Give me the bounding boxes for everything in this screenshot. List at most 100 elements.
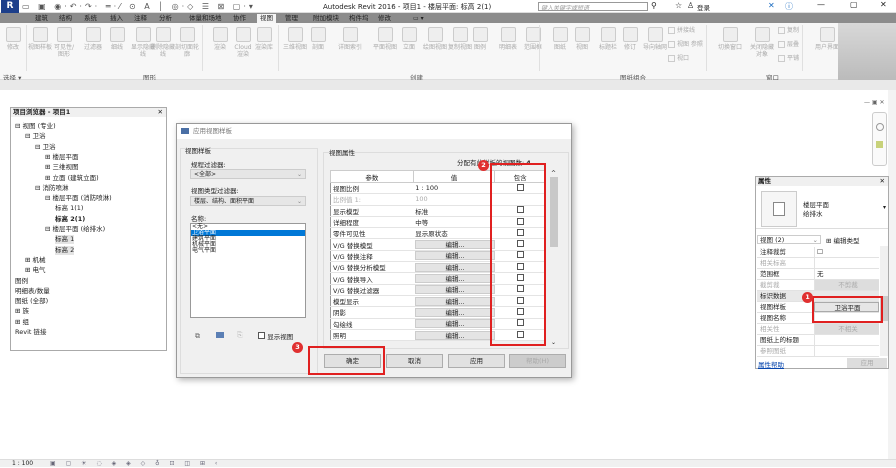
browser-item[interactable]: 标高 2(1) (55, 215, 85, 224)
browser-item[interactable]: ⊟ 楼层平面 (消防喷淋) (45, 194, 112, 203)
edit-button[interactable]: 编辑... (415, 274, 495, 284)
ribbon-button-33[interactable]: 平铺 (778, 55, 818, 62)
ribbon-button-34[interactable]: 用户界面 (815, 27, 839, 51)
ribbon-button-16[interactable]: 绘图视图 (423, 27, 447, 51)
ribbon-button-19[interactable]: 明细表 (496, 27, 520, 51)
tab-4[interactable]: 注释 (131, 14, 150, 23)
properties-apply-button[interactable]: 应用 (847, 358, 887, 368)
tab-9[interactable]: 管理 (282, 14, 301, 23)
browser-item[interactable]: 图纸 (全部) (15, 297, 48, 306)
tab-1[interactable]: 结构 (56, 14, 75, 23)
show-views-checkbox[interactable]: 显示视图 (258, 331, 293, 341)
ribbon-button-29[interactable]: 切换窗口 (718, 27, 742, 51)
edit-button[interactable]: 编辑... (415, 240, 495, 250)
browser-item[interactable]: ⊞ 立面 (建筑立面) (45, 174, 99, 183)
browser-item[interactable]: 标高 1(1) (55, 204, 83, 213)
view-type-filter-select[interactable]: 楼层、结构、面积平面 ⌄ (190, 196, 306, 206)
edit-button[interactable]: 编辑... (415, 285, 495, 295)
property-value[interactable] (814, 335, 879, 345)
minimize-button[interactable]: — (817, 0, 825, 9)
ribbon-button-22[interactable]: 视图 (570, 27, 594, 51)
rename-icon[interactable] (216, 332, 224, 338)
property-value[interactable]: 无 (814, 269, 879, 279)
scroll-down-icon[interactable]: ⌄ (548, 339, 559, 346)
tab-11[interactable]: 构件坞 (346, 14, 372, 23)
ribbon-button-12[interactable]: 剖面 (306, 27, 330, 51)
steering-wheel-icon[interactable] (875, 123, 884, 131)
close-icon[interactable]: ✕ (158, 108, 163, 117)
property-value[interactable]: ☐ (814, 247, 879, 257)
browser-item[interactable]: ⊞ 楼层平面 (45, 153, 79, 162)
revit-logo-icon[interactable]: R (1, 0, 19, 13)
tab-2[interactable]: 系统 (81, 14, 100, 23)
property-value[interactable] (814, 346, 879, 356)
ribbon-button-23[interactable]: 标题栏 (596, 27, 620, 51)
tab-0[interactable]: 建筑 (32, 14, 51, 23)
type-dropdown-icon[interactable]: ▾ (883, 204, 886, 211)
user-icon[interactable]: ♙ (687, 1, 694, 10)
ribbon-button-24[interactable]: 修订 (618, 27, 642, 51)
edit-type-button[interactable]: ⊞ 编辑类型 (826, 235, 860, 245)
template-list-item[interactable]: 电气平面 (191, 248, 305, 254)
browser-item[interactable]: ⊞ 电气 (25, 266, 46, 275)
ribbon-button-7[interactable]: 剖切面轮廓 (175, 27, 199, 58)
edit-button[interactable]: 编辑... (415, 262, 495, 272)
ribbon-button-18[interactable]: 图例 (468, 27, 492, 51)
navigation-bar[interactable] (872, 112, 887, 166)
tab-12[interactable]: 修改 (375, 14, 394, 23)
browser-item[interactable]: ⊞ 机械 (25, 256, 46, 265)
tab-6[interactable]: 体量和场地 (186, 14, 225, 23)
binoculars-icon[interactable]: ⚲ (651, 1, 657, 10)
ribbon-button-2[interactable]: 可见性/图形 (52, 27, 76, 58)
ribbon-button-13[interactable]: 详图索引 (338, 27, 362, 51)
tab-3[interactable]: 插入 (107, 14, 126, 23)
type-selector[interactable]: 楼层平面 给排水 ▾ (756, 189, 888, 229)
ribbon-button-32[interactable]: 层叠 (778, 41, 818, 48)
instance-filter[interactable]: 视图 (2) ⌄ (757, 235, 821, 244)
property-value[interactable]: 不相关 (814, 324, 879, 334)
star-icon[interactable]: ☆ (675, 1, 682, 10)
minimize-ribbon-icon[interactable]: ▭ ▾ (410, 14, 427, 23)
browser-item[interactable]: ⊞ 组 (15, 318, 29, 327)
template-name-list[interactable]: <无> 卫浴平面 建筑平面 机械平面 电气平面 (190, 223, 306, 318)
search-input[interactable]: 键入关键字或短语 (539, 5, 589, 12)
column-header-value[interactable]: 值 (412, 170, 496, 183)
browser-item[interactable]: 标高 2 (55, 245, 75, 255)
browser-item[interactable]: ⊟ 视图 (专业) (15, 122, 56, 131)
tab-7[interactable]: 协作 (230, 14, 249, 23)
login-button[interactable]: 登录 (697, 2, 710, 12)
browser-item[interactable]: 明细表/数量 (15, 287, 50, 296)
edit-button[interactable]: 编辑... (415, 307, 495, 317)
value-cell[interactable]: 标准 (413, 205, 495, 217)
close-icon[interactable]: ✕ (880, 177, 885, 186)
help-icon[interactable]: ⓘ (785, 1, 793, 12)
tab-8[interactable]: 视图 (257, 14, 276, 23)
maximize-button[interactable]: ▢ (850, 0, 858, 9)
properties-help-link[interactable]: 属性帮助 (758, 359, 784, 369)
ribbon-button-28[interactable]: 视口 (668, 55, 708, 62)
ribbon-button-1[interactable]: 视图样板 (28, 27, 52, 51)
edit-button[interactable]: 编辑... (415, 296, 495, 306)
column-header-parameter[interactable]: 参数 (330, 170, 414, 183)
table-scrollbar[interactable]: ^ ⌄ (548, 170, 559, 346)
zoom-region-icon[interactable] (876, 141, 883, 148)
tab-10[interactable]: 附加模块 (310, 14, 342, 23)
edit-button[interactable]: 编辑... (415, 319, 495, 329)
browser-item[interactable]: Revit 链接 (15, 328, 47, 337)
edit-button[interactable]: 编辑... (415, 251, 495, 261)
scroll-up-icon[interactable]: ^ (548, 170, 559, 177)
canvas-scrollbar[interactable] (888, 90, 896, 459)
ribbon-button-25[interactable]: 导向轴网 (643, 27, 667, 51)
browser-item[interactable]: ⊞ 族 (15, 307, 29, 316)
ribbon-button-15[interactable]: 立面 (397, 27, 421, 51)
property-value[interactable] (814, 258, 879, 268)
ribbon-button-10[interactable]: 渲染库 (252, 27, 276, 51)
search-box[interactable]: 键入关键字或短语 (538, 2, 648, 12)
ribbon-button-0[interactable]: 修改 (1, 27, 25, 51)
browser-item[interactable]: ⊟ 楼层平面 (给排水) (45, 225, 105, 234)
ribbon-button-14[interactable]: 平面视图 (373, 27, 397, 51)
discipline-filter-select[interactable]: <全部> ⌄ (190, 169, 306, 179)
ribbon-button-27[interactable]: 视图 参照 (668, 41, 708, 48)
ribbon-button-20[interactable]: 范围框 (521, 27, 545, 51)
value-cell[interactable]: 中等 (413, 216, 495, 229)
